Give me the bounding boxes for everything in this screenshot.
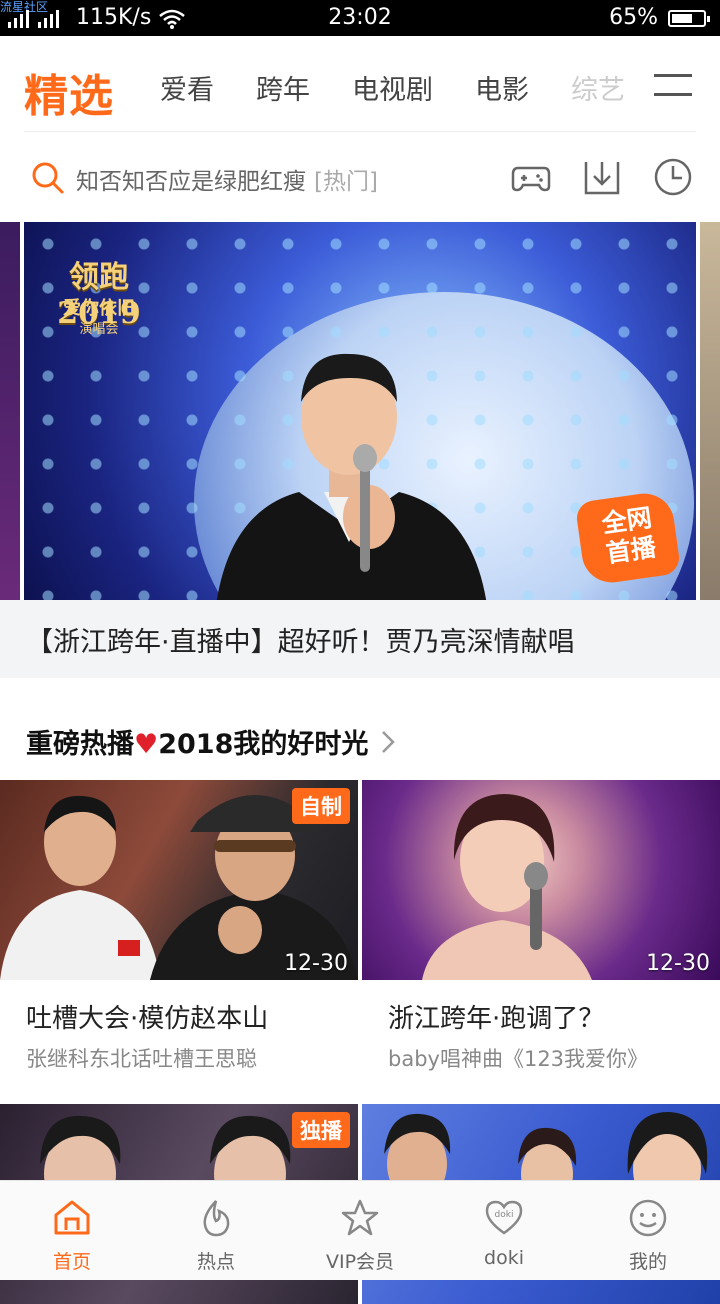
status-bar: 流星社区 115K/s 23:02 65%	[0, 0, 720, 36]
tab-hot[interactable]: 热点	[144, 1181, 288, 1281]
premiere-badge-text: 全网首播	[600, 502, 658, 569]
tab-me-label: 我的	[628, 1251, 667, 1273]
hero-banner-image[interactable]: 领跑2019 爱你依旧 演唱会 全网首播	[24, 222, 696, 600]
section-title[interactable]: 重磅热播♥2018我的好时光	[26, 722, 368, 761]
section-title-prefix: 重磅热播	[26, 729, 134, 760]
hero-carousel[interactable]: 领跑2019 爱你依旧 演唱会 全网首播 【浙江跨年·直播中】超好听！贾乃亮深情…	[0, 222, 720, 678]
video-title: 吐槽大会·模仿赵本山	[26, 1004, 269, 1034]
tab-vip-label: VIP会员	[325, 1251, 395, 1273]
tab-movies[interactable]: 电影	[475, 68, 529, 107]
top-nav: 精选 爱看 跨年 电视剧 电影 综艺	[0, 36, 720, 132]
svg-text:doki: doki	[495, 1210, 514, 1220]
search-query: 知否知否应是绿肥红瘦	[76, 169, 306, 195]
banner-caption-text: 【浙江跨年·直播中】超好听！贾乃亮深情献唱	[26, 627, 575, 658]
tab-aikan[interactable]: 爱看	[160, 68, 214, 107]
video-subtitle: 张继科东北话吐槽王思聪	[26, 1047, 257, 1071]
doki-heart-icon: doki	[485, 1200, 523, 1235]
search-icon	[32, 162, 64, 194]
exclusive-badge: 独播	[292, 1112, 350, 1148]
tab-vip[interactable]: VIP会员	[288, 1181, 432, 1281]
concert-logo: 领跑2019 爱你依旧 演唱会	[32, 242, 166, 342]
singer-figure	[216, 353, 487, 600]
heart-icon: ♥	[134, 729, 159, 760]
battery-percent: 65%	[609, 5, 658, 30]
tab-home[interactable]: 首页	[0, 1181, 144, 1281]
history-clock-icon[interactable]	[652, 156, 694, 198]
search-input[interactable]: 知否知否应是绿肥红瘦 [热门]	[76, 162, 378, 196]
flame-icon	[203, 1200, 230, 1237]
nav-tab-list: 爱看 跨年 电视剧 电影 综艺	[160, 68, 625, 107]
nav-divider	[24, 131, 696, 132]
tab-hot-label: 热点	[196, 1251, 235, 1273]
search-hot-tag: [热门]	[314, 169, 378, 195]
video-subtitle: baby唱神曲《123我爱你》	[388, 1047, 649, 1071]
smiley-icon	[629, 1199, 667, 1237]
video-date: 12-30	[646, 951, 710, 976]
battery-icon	[668, 10, 710, 27]
carousel-prev-peek[interactable]	[0, 222, 20, 600]
search-bar[interactable]: 知否知否应是绿肥红瘦 [热门]	[24, 150, 484, 206]
tab-doki-label: doki	[484, 1247, 524, 1269]
original-badge: 自制	[292, 788, 350, 824]
video-thumbnail[interactable]: 自制 12-30	[0, 780, 358, 980]
banner-caption[interactable]: 【浙江跨年·直播中】超好听！贾乃亮深情献唱	[0, 600, 720, 678]
concert-logo-subtitle: 爱你依旧	[63, 298, 135, 319]
video-card[interactable]: 自制 12-30 吐槽大会·模仿赵本山 张继科东北话吐槽王思聪	[0, 780, 358, 1073]
tab-tv-series[interactable]: 电视剧	[352, 68, 433, 107]
battery-fill	[672, 14, 692, 23]
vip-crown-icon	[341, 1199, 379, 1236]
section-title-suffix: 2018我的好时光	[158, 729, 369, 760]
video-title: 浙江跨年·跑调了？	[388, 1004, 605, 1034]
tab-selected[interactable]: 精选	[24, 60, 114, 124]
tab-kuanian[interactable]: 跨年	[256, 68, 310, 107]
chevron-right-icon[interactable]	[378, 728, 398, 756]
home-icon	[54, 1200, 90, 1235]
gamepad-icon[interactable]	[510, 156, 552, 198]
thumbnail-art	[422, 794, 592, 980]
download-icon[interactable]	[581, 156, 623, 198]
video-card[interactable]: 12-30 浙江跨年·跑调了？ baby唱神曲《123我爱你》	[362, 780, 720, 1073]
menu-icon[interactable]	[654, 74, 692, 96]
concert-logo-caption: 演唱会	[79, 322, 119, 337]
bottom-tab-bar: 首页 热点 VIP会员 doki doki 我的	[0, 1180, 720, 1280]
tab-me[interactable]: 我的	[576, 1181, 720, 1281]
tab-home-label: 首页	[52, 1251, 91, 1273]
tab-doki[interactable]: doki doki	[432, 1181, 576, 1281]
tab-variety[interactable]: 综艺	[571, 68, 625, 107]
premiere-badge: 全网首播	[574, 489, 682, 587]
video-thumbnail[interactable]: 12-30	[362, 780, 720, 980]
carousel-next-peek[interactable]	[700, 222, 720, 600]
video-date: 12-30	[284, 951, 348, 976]
